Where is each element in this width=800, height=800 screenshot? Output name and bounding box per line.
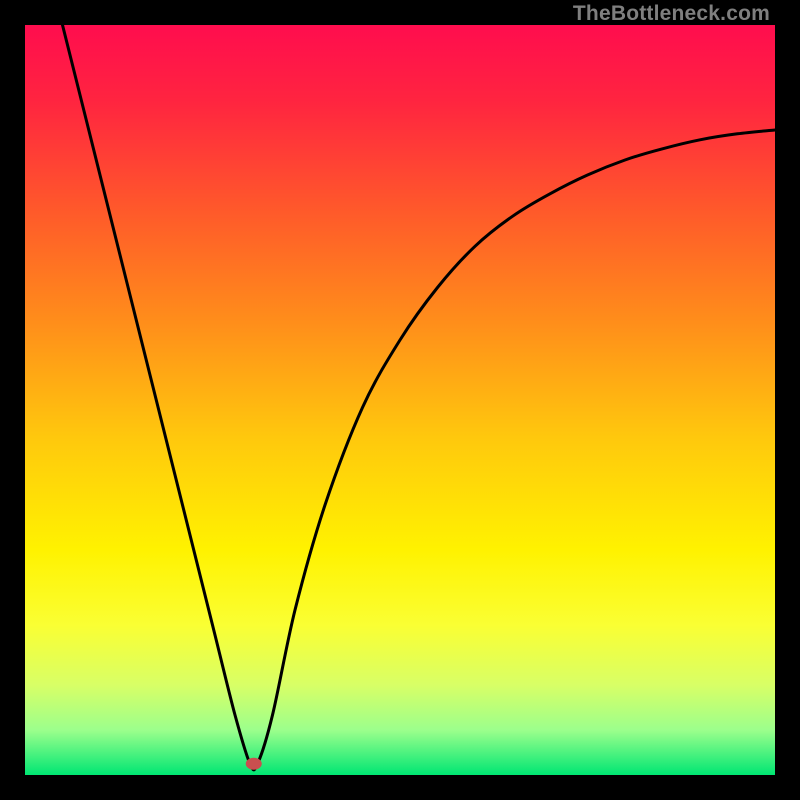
bottleneck-chart [25, 25, 775, 775]
gradient-background [25, 25, 775, 775]
watermark-text: TheBottleneck.com [573, 2, 770, 26]
optimal-point-marker [246, 758, 262, 770]
chart-frame [25, 25, 775, 775]
